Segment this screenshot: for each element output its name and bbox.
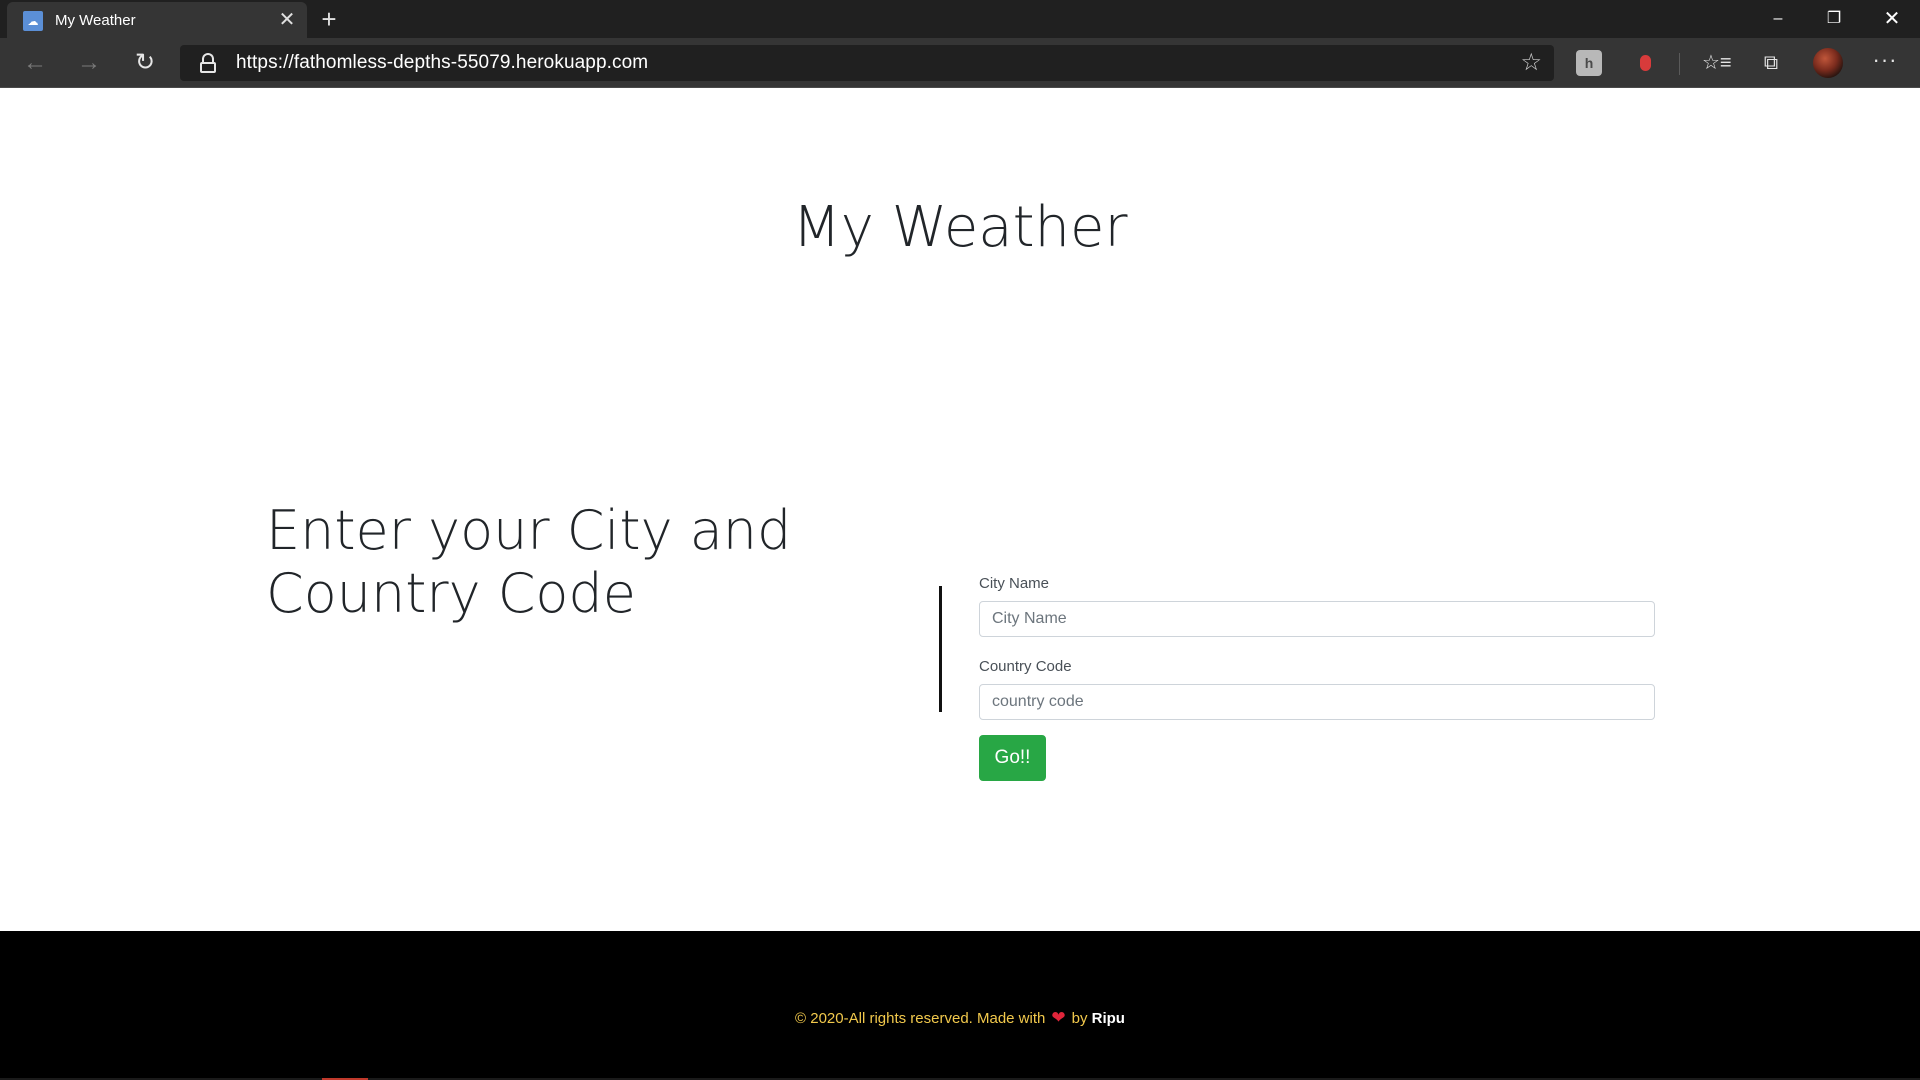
favorite-star-icon[interactable]: ☆ [1520,49,1542,77]
extension-red-icon[interactable] [1632,50,1658,76]
extension-icon[interactable]: h [1576,50,1602,76]
footer-text: © 2020-All rights reserved. Made with ❤ by… [0,1008,1920,1029]
favorites-icon[interactable]: ☆≡ [1702,50,1732,76]
browser-titlebar: ☁ My Weather ✕ + – ❐ ✕ [0,0,1920,38]
new-tab-button[interactable]: + [314,4,344,34]
minimize-button[interactable]: – [1750,0,1806,38]
close-tab-icon[interactable]: ✕ [275,8,299,32]
forward-button[interactable]: → [72,46,106,80]
city-input[interactable] [979,601,1655,637]
collections-icon[interactable]: ⧉ [1758,50,1784,76]
weather-form: City Name Country Code Go!! [979,573,1655,781]
by-text: by [1071,1010,1088,1027]
page-title: My Weather [792,195,1128,260]
tab-title: My Weather [55,12,136,29]
city-label: City Name [979,575,1050,592]
page-content: My Weather Enter your City and Country C… [0,89,1920,931]
restore-button[interactable]: ❐ [1806,0,1862,38]
country-code-input[interactable] [979,684,1655,720]
go-button[interactable]: Go!! [979,735,1046,781]
more-menu-icon[interactable]: ··· [1868,48,1902,78]
address-bar[interactable]: https://fathomless-depths-55079.herokuap… [180,45,1554,81]
close-window-button[interactable]: ✕ [1864,0,1920,38]
heart-icon: ❤ [1051,1008,1066,1027]
vertical-divider [939,586,942,712]
lock-icon [198,53,218,73]
back-button[interactable]: ← [18,46,52,80]
profile-avatar[interactable] [1813,48,1843,78]
author-name: Ripu [1091,1010,1125,1027]
url-text[interactable]: https://fathomless-depths-55079.herokuap… [236,52,648,74]
browser-toolbar: ← → ↻ https://fathomless-depths-55079.he… [0,38,1920,88]
refresh-button[interactable]: ↻ [128,46,162,80]
weather-favicon-icon: ☁ [23,11,43,31]
browser-tab[interactable]: ☁ My Weather ✕ [7,2,307,38]
footer: © 2020-All rights reserved. Made with ❤ by… [0,931,1920,1080]
country-label: Country Code [979,658,1072,675]
lead-heading: Enter your City and Country Code [266,499,792,625]
copyright-text: © 2020-All rights reserved. Made with [795,1010,1046,1027]
toolbar-separator [1679,53,1680,75]
